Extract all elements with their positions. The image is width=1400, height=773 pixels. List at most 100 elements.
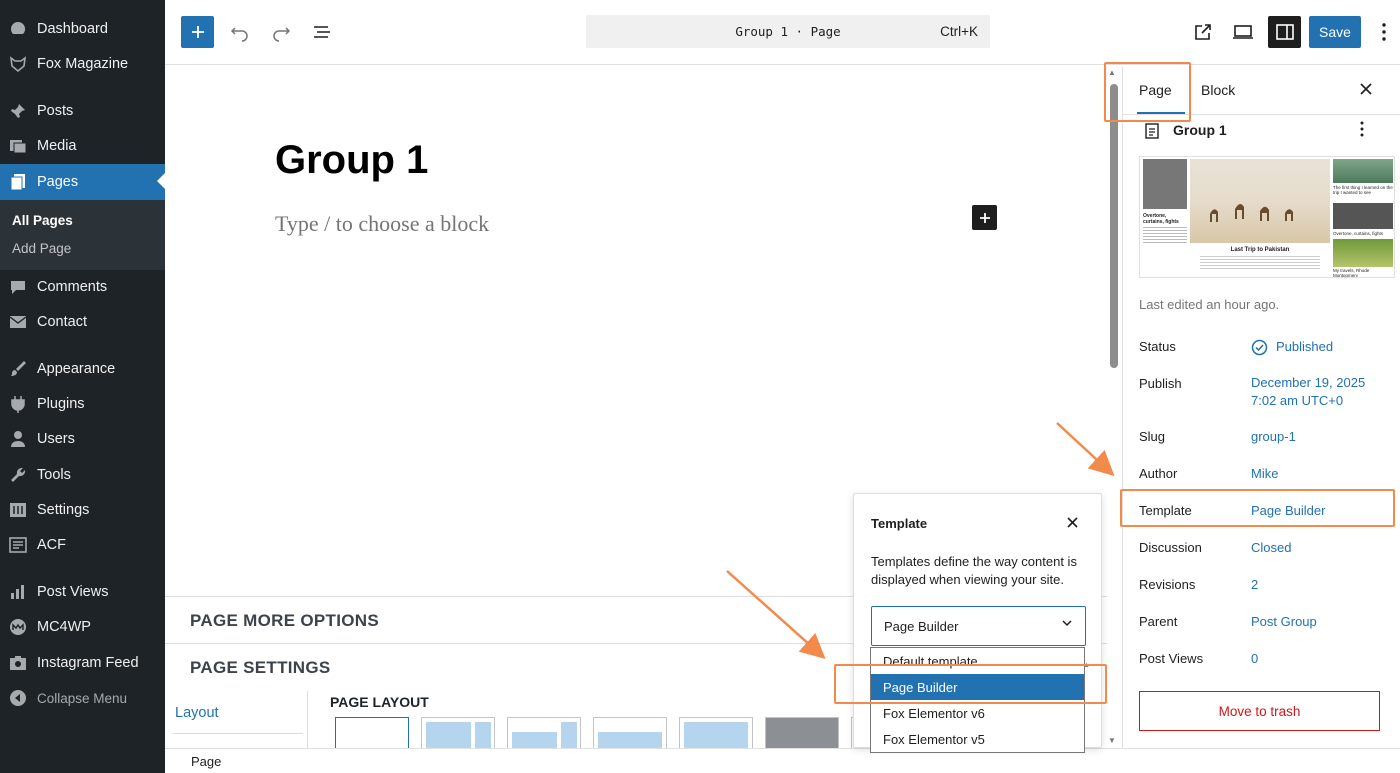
external-link-icon [1194, 24, 1211, 40]
menu-media[interactable]: Media [0, 129, 165, 163]
tab-page[interactable]: Page [1139, 82, 1172, 98]
menu-label: Comments [37, 279, 108, 295]
page-settings-heading[interactable]: PAGE SETTINGS [190, 658, 331, 678]
menu-acf[interactable]: ACF [0, 528, 165, 562]
status-value[interactable]: Published [1251, 338, 1333, 356]
list-view-icon [313, 26, 330, 38]
block-placeholder[interactable]: Type / to choose a block [275, 211, 489, 237]
inline-add-block-button[interactable] [972, 205, 997, 230]
parent-value[interactable]: Post Group [1251, 613, 1317, 631]
close-popover-button[interactable] [1066, 514, 1079, 534]
template-option[interactable]: Default template [871, 648, 1084, 674]
author-value[interactable]: Mike [1251, 465, 1278, 483]
menu-plugins[interactable]: Plugins [0, 387, 165, 421]
discussion-value[interactable]: Closed [1251, 539, 1291, 557]
featured-left-caption: Overtone, curtains, fights [1143, 213, 1179, 225]
template-dropdown-list[interactable]: Default template Page Builder Fox Elemen… [870, 647, 1085, 753]
breadcrumb[interactable]: Page [191, 754, 221, 769]
template-option[interactable]: Fox Elementor v6 [871, 700, 1084, 726]
revisions-value[interactable]: 2 [1251, 576, 1258, 594]
menu-instagram-feed[interactable]: Instagram Feed [0, 646, 165, 680]
preview-button[interactable] [1226, 16, 1259, 48]
menu-label: Contact [37, 314, 87, 330]
status-text: Published [1276, 339, 1334, 354]
featured-thumb-left [1143, 159, 1187, 209]
command-title: Group 1 · Page [735, 24, 841, 39]
vertical-ellipsis-icon [1360, 121, 1364, 137]
page-title[interactable]: Group 1 [275, 138, 428, 183]
featured-image[interactable]: Overtone, curtains, fights Last Trip to … [1139, 156, 1395, 278]
document-overview-button[interactable] [305, 16, 338, 48]
post-views-label: Post Views [1139, 651, 1204, 666]
collapse-label: Collapse Menu [37, 690, 128, 706]
template-option-selected[interactable]: Page Builder [871, 674, 1084, 700]
text-lines [1143, 227, 1187, 245]
slug-value[interactable]: group-1 [1251, 428, 1296, 446]
template-value[interactable]: Page Builder [1251, 502, 1325, 520]
fox-icon [9, 55, 27, 73]
menu-label: Appearance [37, 361, 116, 377]
menu-settings[interactable]: Settings [0, 493, 165, 527]
command-palette[interactable]: Group 1 · Page Ctrl+K [586, 15, 990, 48]
save-button[interactable]: Save [1309, 16, 1361, 48]
submenu-add-page[interactable]: Add Page [12, 241, 71, 256]
featured-thumb-right-3 [1333, 239, 1393, 267]
undo-icon [230, 27, 248, 42]
page-icon [1145, 123, 1159, 139]
vertical-ellipsis-icon [1382, 23, 1386, 41]
template-select[interactable]: Page Builder [871, 606, 1086, 646]
page-more-options-heading[interactable]: PAGE MORE OPTIONS [190, 611, 379, 631]
document-actions-button[interactable] [1359, 120, 1365, 143]
published-check-icon [1251, 339, 1268, 355]
publish-label: Publish [1139, 376, 1182, 391]
canvas-scrollbar-thumb[interactable] [1110, 84, 1118, 368]
menu-label: Posts [37, 103, 74, 119]
undo-button[interactable] [223, 16, 256, 48]
menu-label: Media [37, 138, 77, 154]
chevron-down-icon [1061, 617, 1073, 632]
pages-submenu: All Pages Add Page [0, 200, 165, 270]
menu-mc4wp[interactable]: MC4WP [0, 610, 165, 644]
scroll-up-arrow[interactable]: ▲ [1108, 68, 1116, 77]
mail-icon [9, 313, 27, 331]
wordpress-editor: Dashboard Fox Magazine Posts Media Pages… [0, 0, 1400, 773]
close-sidebar-button[interactable] [1359, 80, 1373, 101]
close-icon [1360, 83, 1372, 95]
tab-block[interactable]: Block [1201, 82, 1235, 98]
layout-tab[interactable]: Layout [175, 705, 219, 721]
view-page-button[interactable] [1186, 16, 1219, 48]
move-to-trash-button[interactable]: Move to trash [1139, 691, 1380, 731]
menu-appearance[interactable]: Appearance [0, 352, 165, 386]
menu-users[interactable]: Users [0, 422, 165, 456]
popover-description: Templates define the way content is disp… [871, 554, 1077, 587]
menu-label: Instagram Feed [37, 655, 139, 671]
add-block-button[interactable] [181, 16, 214, 48]
publish-value[interactable]: December 19, 2025 7:02 am UTC+0 [1251, 374, 1365, 410]
dropdown-scroll-up[interactable]: ▲ [1083, 662, 1090, 669]
options-button[interactable] [1367, 16, 1400, 48]
menu-fox-magazine[interactable]: Fox Magazine [0, 47, 165, 81]
collapse-menu-button[interactable]: Collapse Menu [0, 681, 165, 715]
redo-button[interactable] [264, 16, 297, 48]
post-views-value[interactable]: 0 [1251, 650, 1258, 668]
menu-label: Plugins [37, 396, 85, 412]
camera-icon [9, 654, 27, 672]
menu-pages[interactable]: Pages [0, 164, 165, 200]
menu-posts[interactable]: Posts [0, 94, 165, 128]
text-lines [1200, 256, 1320, 270]
menu-contact[interactable]: Contact [0, 305, 165, 339]
plus-icon [979, 212, 990, 223]
settings-sidebar: Page Block Group 1 Overtone, curtains, f… [1122, 66, 1400, 748]
menu-tools[interactable]: Tools [0, 458, 165, 492]
collapse-icon [9, 689, 27, 707]
brush-icon [9, 360, 27, 378]
submenu-all-pages[interactable]: All Pages [12, 213, 73, 228]
menu-post-views[interactable]: Post Views [0, 575, 165, 609]
scroll-down-arrow[interactable]: ▼ [1108, 736, 1116, 745]
document-title: Group 1 [1173, 122, 1227, 138]
menu-dashboard[interactable]: Dashboard [0, 12, 165, 46]
menu-comments[interactable]: Comments [0, 270, 165, 304]
template-option[interactable]: Fox Elementor v5 [871, 726, 1084, 752]
settings-toggle-button[interactable] [1268, 16, 1301, 48]
pages-icon [9, 173, 27, 191]
